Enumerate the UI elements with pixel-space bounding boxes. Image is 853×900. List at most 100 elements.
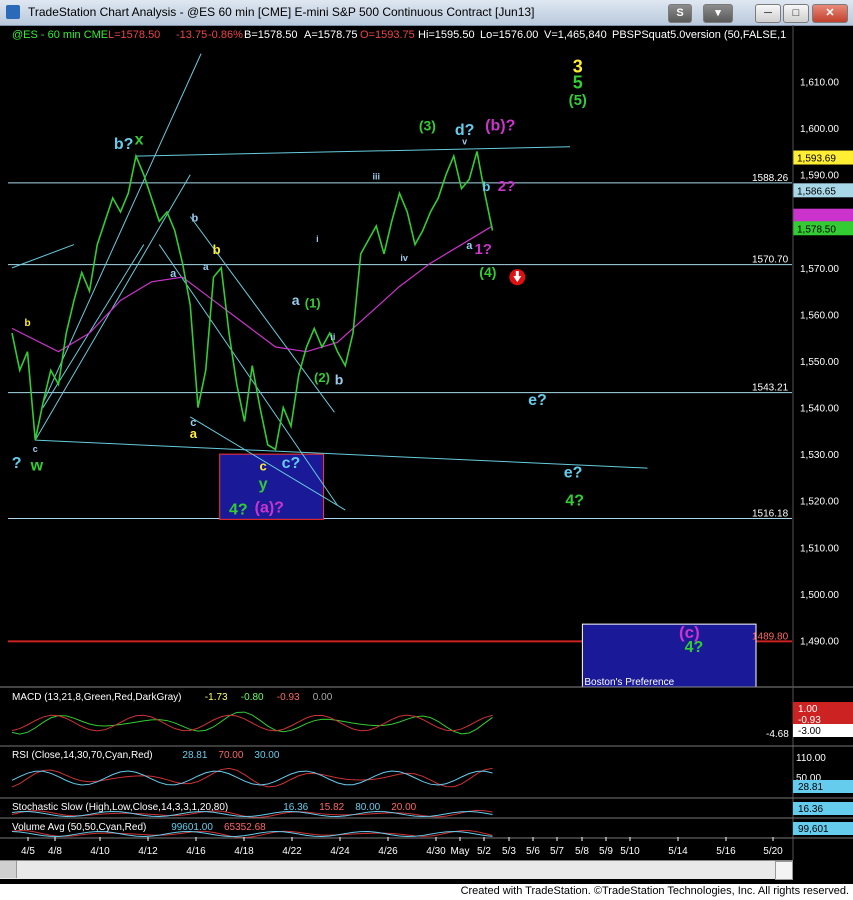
status-bar: Created with TradeStation. ©TradeStation… [0,884,853,900]
wave-label: (a)? [255,499,284,516]
box-label: Boston's Preference [584,677,674,688]
wave-label: i [316,234,319,244]
indicator-signal-line [11,714,493,732]
y-tick-label: 1,550.00 [800,357,839,368]
wave-label: ii [330,332,335,342]
wave-label: a [466,240,473,252]
indicator-legend: 65352.68 [224,822,266,833]
wave-label: e? [564,464,583,481]
copyright-credit: Created with TradeStation. ©TradeStation… [460,885,849,897]
date-label: 4/18 [234,846,254,857]
date-label: 5/3 [502,846,516,857]
scroll-thumb[interactable] [777,863,791,877]
indicator-legend: 20.00 [391,802,416,813]
close-button[interactable]: ✕ [812,4,848,23]
wave-label: iii [372,171,380,181]
indicator-legend: 70.00 [218,750,243,761]
trendline [42,53,202,404]
wave-label: w [30,457,44,474]
header-ask: A=1578.75 [304,29,358,41]
wave-label: c? [282,455,301,472]
date-label: 5/14 [668,846,688,857]
indicator-legend: 15.82 [319,802,344,813]
indicator-legend: MACD (13,21,8,Green,Red,DarkGray) [12,692,182,703]
price-tag-label: 1,578.50 [797,224,836,235]
header-study: PBSPSquat5.0version (50,FALSE,1 [612,29,786,41]
indicator-signal-line [11,770,493,786]
title-bar[interactable]: TradeStation Chart Analysis - @ES 60 min… [0,0,853,26]
indicator-legend: 28.81 [182,750,207,761]
minimize-button[interactable]: ─ [755,4,781,23]
tradestation-app-icon [6,5,20,19]
scroll-left-button[interactable] [0,861,17,878]
header-pct: -0.86% [208,29,243,41]
y-tick-label: 1,570.00 [800,264,839,275]
wave-label: (1) [305,295,321,310]
trendline [35,439,648,469]
date-label: 4/26 [378,846,398,857]
date-label: 5/8 [575,846,589,857]
date-label: 5/2 [477,846,491,857]
header-low: Lo=1576.00 [480,29,538,41]
date-label: 4/10 [90,846,110,857]
trendline [135,146,571,157]
wave-label: a [292,292,300,308]
chart-window: TradeStation Chart Analysis - @ES 60 min… [0,0,853,900]
header-open: O=1593.75 [360,29,415,41]
y-tick-label: 1,540.00 [800,404,839,415]
wave-label: b [335,371,344,387]
date-label: 5/10 [620,846,640,857]
date-label: 4/5 [21,846,35,857]
date-label: 5/6 [526,846,540,857]
maximize-button[interactable]: □ [783,4,809,23]
date-label: May [451,846,470,857]
horizontal-scrollbar[interactable] [0,860,793,880]
indicator-legend: 0.00 [313,692,333,703]
wave-label: c [33,444,38,454]
indicator-legend: RSI (Close,14,30,70,Cyan,Red) [12,750,153,761]
indicator-legend: -1.73 [205,692,228,703]
wave-label: y [259,476,268,493]
header-high: Hi=1595.50 [418,29,475,41]
y-tick-label: 1,500.00 [800,590,839,601]
indicator-legend: 30.00 [254,750,279,761]
wave-label: a [170,268,177,280]
price-header: @ES - 60 min CME L=1578.50 -13.75 -0.86%… [12,29,786,41]
wave-label: 1? [474,241,492,258]
wave-label: (3) [419,117,436,133]
options-dropdown-button[interactable]: ▾ [703,4,733,23]
date-label: 4/30 [426,846,446,857]
horizontal-line-label: 1570.70 [752,255,789,266]
date-label: 4/22 [282,846,302,857]
date-label: 5/16 [716,846,736,857]
header-volume: V=1,465,840 [544,29,607,41]
wave-label: (b)? [485,117,515,134]
price-tag-label: 1,593.69 [797,154,836,165]
wave-label: 4? [229,502,248,519]
horizontal-line-label: 1516.18 [752,509,789,520]
wave-label: e? [528,392,547,409]
indicator-price-tag-label: 28.81 [798,782,823,793]
chart-canvas[interactable]: 1,610.001,600.001,590.001,580.001,570.00… [0,25,853,860]
wave-label: ? [12,455,22,472]
indicator-tick: -4.68 [766,729,789,740]
scroll-right-button[interactable] [775,861,793,880]
date-label: 5/20 [763,846,783,857]
y-tick-label: 1,530.00 [800,450,839,461]
date-label: 4/16 [186,846,206,857]
wave-label: a [203,262,209,273]
date-label: 5/9 [599,846,613,857]
symbol-link-button[interactable]: S [668,4,692,23]
wave-label: b [482,179,490,194]
moving-average-line [11,225,493,353]
y-tick-label: 1,610.00 [800,78,839,89]
date-label: 4/12 [138,846,158,857]
header-bid: B=1578.50 [244,29,298,41]
window-title: TradeStation Chart Analysis - @ES 60 min… [28,5,535,19]
date-label: 5/7 [550,846,564,857]
wave-label: x [135,131,144,148]
wave-label: v [462,136,467,146]
date-axis: 4/5 4/8 4/10 4/12 4/16 4/18 4/22 4/24 4/26 4/30 Ma… [21,837,783,857]
wave-label: 4? [685,639,704,656]
date-label: 4/8 [48,846,62,857]
